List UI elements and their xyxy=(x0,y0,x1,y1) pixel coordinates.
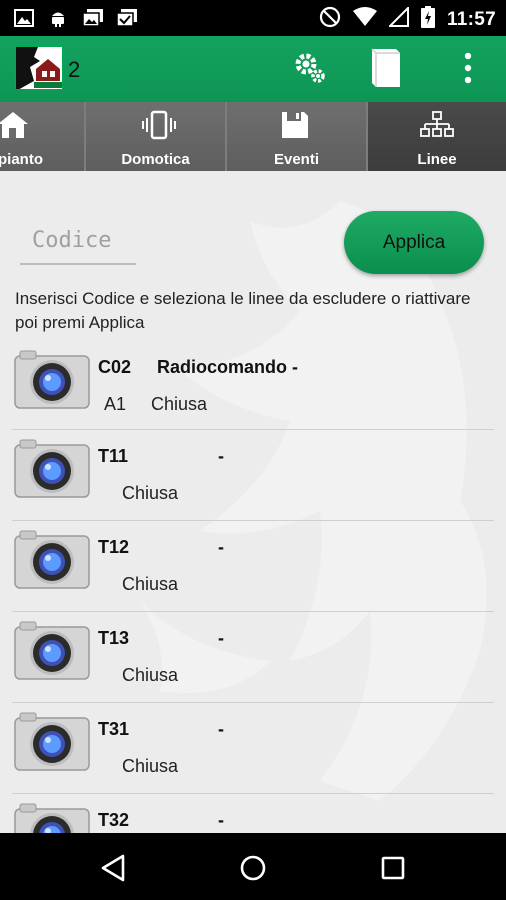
camera-icon xyxy=(14,439,90,499)
line-row-t32[interactable]: T32 - xyxy=(12,794,494,833)
line-state: Chiusa xyxy=(122,574,179,594)
dnd-icon xyxy=(319,6,341,33)
save-icon xyxy=(280,110,314,140)
line-code: T32 xyxy=(98,810,130,830)
recents-icon[interactable] xyxy=(378,853,408,883)
camera-icon xyxy=(14,803,90,833)
overflow-menu-icon xyxy=(463,52,473,89)
apply-button[interactable]: Applica xyxy=(344,211,484,274)
network-icon xyxy=(420,110,454,140)
line-description: - xyxy=(218,810,224,830)
line-code: T12 xyxy=(98,537,130,557)
tab-label: Linee xyxy=(417,151,457,168)
line-state: Chiusa xyxy=(151,394,208,414)
tab-domotica[interactable]: Domotica xyxy=(86,102,227,171)
photos-icon xyxy=(82,8,104,28)
app-bar: 2 xyxy=(0,36,506,102)
camera-icon xyxy=(14,350,90,410)
wifi-icon xyxy=(352,7,377,32)
line-area: A1 xyxy=(104,394,127,414)
camera-icon xyxy=(14,530,90,590)
app-count: 2 xyxy=(68,57,81,82)
line-description: - xyxy=(218,628,224,648)
clock: 11:57 xyxy=(446,8,496,30)
app-logo xyxy=(15,46,63,90)
android-icon xyxy=(48,8,70,28)
phone-vibrate-icon xyxy=(139,110,176,140)
manual-button[interactable] xyxy=(366,47,406,90)
home-icon xyxy=(0,110,30,140)
tab-linee[interactable]: Linee xyxy=(368,102,506,171)
line-code: T31 xyxy=(98,719,130,739)
line-row-t13[interactable]: T13 - Chiusa xyxy=(12,612,494,703)
line-row-t12[interactable]: T12 - Chiusa xyxy=(12,521,494,612)
line-description: - xyxy=(218,537,224,557)
battery-icon xyxy=(420,6,435,33)
line-code: T13 xyxy=(98,628,130,648)
line-state: Chiusa xyxy=(122,665,179,685)
line-code: C02 xyxy=(98,357,132,377)
status-bar: 11:57 xyxy=(0,0,506,36)
image-icon xyxy=(14,8,36,28)
tab-impianto[interactable]: pianto xyxy=(0,102,86,171)
instructions-text: Inserisci Codice e seleziona le linee da… xyxy=(15,289,471,332)
tab-label: pianto xyxy=(0,151,43,168)
tab-eventi[interactable]: Eventi xyxy=(227,102,368,171)
tab-label: Eventi xyxy=(273,151,319,168)
line-state: Chiusa xyxy=(122,756,179,776)
checkbox-photos-icon xyxy=(116,8,138,28)
codice-input[interactable]: Codice xyxy=(20,223,136,265)
camera-icon xyxy=(14,621,90,681)
overflow-menu-button[interactable] xyxy=(448,50,488,90)
line-row-t11[interactable]: T11 - Chiusa xyxy=(12,430,494,521)
line-code: T11 xyxy=(98,446,129,466)
settings-button[interactable] xyxy=(290,50,330,90)
tab-bar: pianto Domotica Eventi Linee xyxy=(0,102,506,171)
lines-list: C02 Radiocomando - A1 Chiusa T11 - Chius… xyxy=(12,341,494,833)
book-icon xyxy=(368,47,404,94)
line-row-t31[interactable]: T31 - Chiusa xyxy=(12,703,494,794)
line-description: - xyxy=(218,719,224,739)
lines-panel: Codice Applica Inserisci Codice e selezi… xyxy=(0,171,506,833)
camera-icon xyxy=(14,712,90,772)
tab-label: Domotica xyxy=(121,151,190,168)
line-state: Chiusa xyxy=(122,483,179,503)
line-description: - xyxy=(218,446,224,466)
home-nav-icon[interactable] xyxy=(238,853,268,883)
back-icon[interactable] xyxy=(99,853,129,883)
line-description: Radiocomando - xyxy=(157,357,299,377)
settings-icon xyxy=(293,51,327,90)
navigation-bar xyxy=(0,833,506,900)
signal-icon xyxy=(387,5,409,32)
line-row-c02[interactable]: C02 Radiocomando - A1 Chiusa xyxy=(12,341,494,430)
